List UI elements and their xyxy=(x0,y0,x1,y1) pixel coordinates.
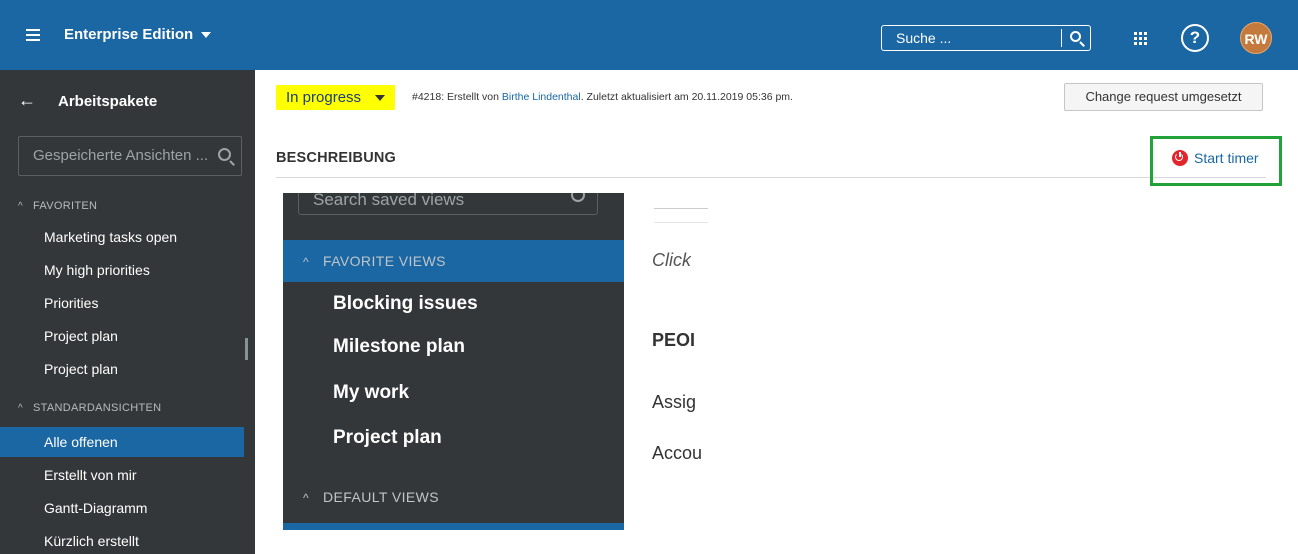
start-timer-button[interactable]: Start timer xyxy=(1172,150,1259,166)
search-divider xyxy=(1061,29,1062,47)
embedded-saved-views-image: Search saved views ^ FAVORITE VIEWS Block… xyxy=(283,193,624,530)
section-divider xyxy=(276,177,1266,178)
status-label: In progress xyxy=(286,89,362,106)
embedded-favorite-views-title: FAVORITE VIEWS xyxy=(323,253,446,269)
fragment-rule-2 xyxy=(654,222,708,223)
sidebar-item-kuerzlich-erstellt[interactable]: Kürzlich erstellt xyxy=(0,526,244,554)
search-placeholder: Suche ... xyxy=(896,30,952,46)
embedded-default-views-title: DEFAULT VIEWS xyxy=(323,489,439,505)
power-icon xyxy=(1172,150,1188,166)
chevron-up-icon: ^ xyxy=(303,491,310,505)
status-dropdown[interactable]: In progress xyxy=(276,85,396,110)
arrow-left-icon: ← xyxy=(18,90,36,110)
description-placeholder-fragment: Click xyxy=(652,250,691,270)
caret-down-icon xyxy=(201,32,212,39)
chevron-up-icon: ^ xyxy=(303,255,310,269)
back-to-work-packages[interactable]: ← Arbeitspakete xyxy=(18,90,157,111)
embedded-item-my-work: My work xyxy=(333,382,410,403)
embedded-favorite-views-section: ^ FAVORITE VIEWS xyxy=(283,240,624,282)
user-avatar[interactable]: RW xyxy=(1240,22,1272,54)
search-icon[interactable] xyxy=(1070,31,1081,42)
meta-prefix: #4218: Erstellt von xyxy=(412,91,499,103)
edition-dropdown[interactable]: Enterprise Edition xyxy=(64,26,212,43)
sidebar-item-my-high-priorities[interactable]: My high priorities xyxy=(0,255,244,285)
embedded-item-blocking-issues: Blocking issues xyxy=(333,293,478,314)
start-timer-label: Start timer xyxy=(1194,150,1259,166)
saved-views-search-placeholder: Gespeicherte Ansichten ... xyxy=(33,147,209,164)
favorites-section-toggle[interactable]: ^ FAVORITEN xyxy=(18,200,97,212)
assignee-label-fragment: Assig xyxy=(652,392,697,412)
favorites-section-title: FAVORITEN xyxy=(33,200,98,212)
work-package-meta: #4218: Erstellt von Birthe Lindenthal. Z… xyxy=(412,91,793,103)
help-icon[interactable]: ? xyxy=(1181,24,1209,52)
standard-views-section-toggle[interactable]: ^ STANDARDANSICHTEN xyxy=(18,402,161,414)
sidebar: ← Arbeitspakete Gespeicherte Ansichten ..… xyxy=(0,70,255,554)
edition-label: Enterprise Edition xyxy=(64,26,194,43)
embedded-default-views-section: ^ DEFAULT VIEWS xyxy=(283,476,624,518)
sidebar-item-priorities[interactable]: Priorities xyxy=(0,288,244,318)
sidebar-title: Arbeitspakete xyxy=(58,93,158,110)
change-request-button[interactable]: Change request umgesetzt xyxy=(1064,83,1263,111)
standard-views-section-title: STANDARDANSICHTEN xyxy=(33,402,162,414)
embedded-search-placeholder: Search saved views xyxy=(313,193,465,209)
embedded-item-milestone-plan: Milestone plan xyxy=(333,336,465,357)
meta-suffix: . Zuletzt aktualisiert am 20.11.2019 05:… xyxy=(580,91,793,103)
search-icon xyxy=(571,193,585,202)
sidebar-item-alle-offenen[interactable]: Alle offenen xyxy=(0,427,244,457)
fragment-rule xyxy=(654,208,708,209)
description-section-title: BESCHREIBUNG xyxy=(276,150,397,166)
top-navigation-bar: Enterprise Edition Suche ... ? RW xyxy=(0,0,1298,70)
modules-grid-icon[interactable] xyxy=(1134,32,1147,45)
sidebar-item-project-plan[interactable]: Project plan xyxy=(0,321,244,351)
accountable-label-fragment: Accou xyxy=(652,443,703,463)
embedded-highlight-bar xyxy=(283,523,624,530)
chevron-up-icon: ^ xyxy=(18,201,23,212)
author-link[interactable]: Birthe Lindenthal xyxy=(502,91,581,103)
chevron-up-icon: ^ xyxy=(18,403,23,414)
caret-down-icon xyxy=(375,95,386,102)
embedded-search-input: Search saved views xyxy=(298,193,598,215)
global-search-input[interactable]: Suche ... xyxy=(881,25,1091,51)
sidebar-item-marketing-tasks-open[interactable]: Marketing tasks open xyxy=(0,222,244,252)
saved-views-search-input[interactable]: Gespeicherte Ansichten ... xyxy=(18,136,242,176)
sidebar-item-project-plan-2[interactable]: Project plan xyxy=(0,354,244,384)
search-icon xyxy=(218,148,231,161)
menu-icon[interactable] xyxy=(26,29,40,41)
people-heading-fragment: PEOI xyxy=(652,330,696,350)
embedded-item-project-plan: Project plan xyxy=(333,427,442,448)
sidebar-item-erstellt-von-mir[interactable]: Erstellt von mir xyxy=(0,460,244,490)
sidebar-resize-handle[interactable] xyxy=(245,338,248,360)
sidebar-item-gantt-diagramm[interactable]: Gantt-Diagramm xyxy=(0,493,244,523)
